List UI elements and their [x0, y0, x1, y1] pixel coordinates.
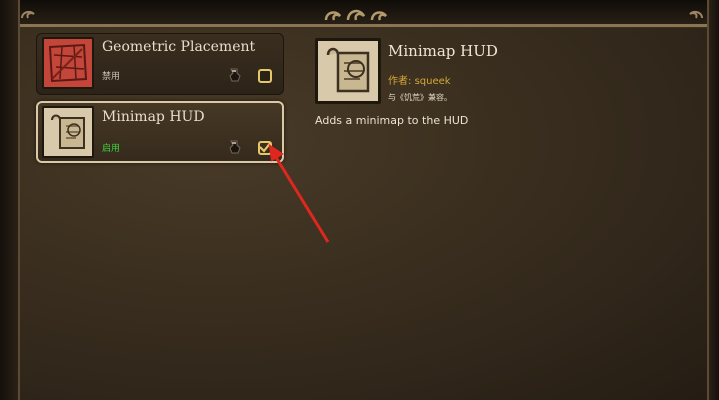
scroll-map-icon	[42, 106, 94, 158]
mod-status: 启用	[102, 144, 121, 154]
author-name: squeek	[414, 76, 451, 87]
header-flourish-icon	[324, 9, 388, 21]
config-wrench-icon[interactable]	[228, 67, 242, 83]
mod-title: Geometric Placement	[102, 39, 256, 55]
config-wrench-icon[interactable]	[228, 139, 242, 155]
corner-flourish-icon	[21, 10, 35, 19]
annotation-arrow-icon	[268, 143, 330, 243]
right-border	[707, 0, 719, 400]
author-line: 作者: squeek	[388, 72, 451, 87]
scroll-map-icon	[315, 38, 381, 104]
left-border	[0, 0, 20, 400]
mod-description: Adds a minimap to the HUD	[315, 114, 469, 127]
mod-list-item-selected[interactable]: Minimap HUD 启用	[36, 101, 284, 163]
mod-status: 禁用	[102, 72, 121, 82]
map-grid-icon	[42, 37, 94, 89]
compatibility-note: 与《饥荒》兼容。	[388, 93, 452, 102]
detail-title: Minimap HUD	[388, 42, 498, 60]
corner-flourish-icon	[689, 10, 703, 19]
mod-enable-checkbox[interactable]	[258, 69, 272, 83]
mod-title: Minimap HUD	[102, 109, 205, 125]
author-label: 作者:	[388, 76, 412, 87]
mod-list-item[interactable]: Geometric Placement 禁用	[36, 33, 284, 95]
